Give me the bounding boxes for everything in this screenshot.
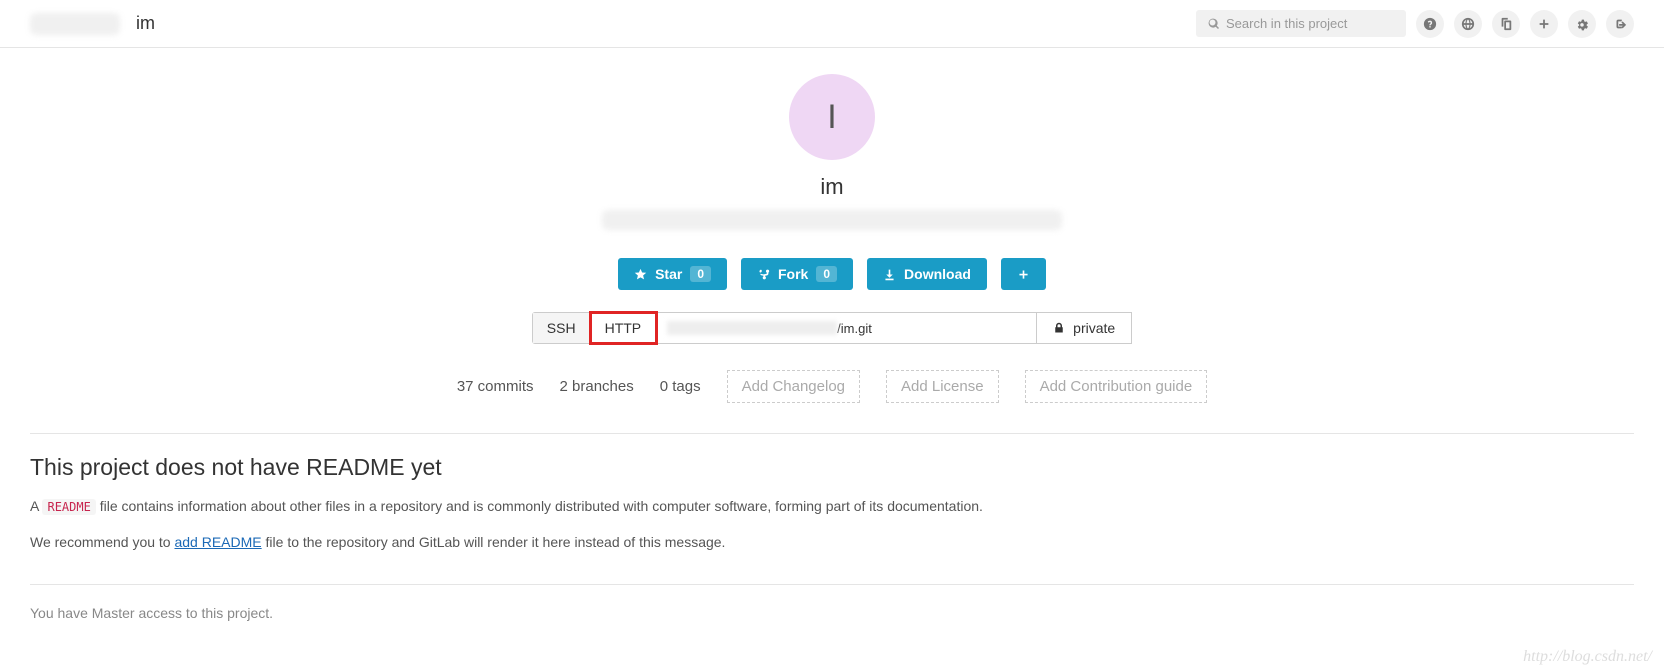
project-name: im <box>30 174 1634 200</box>
globe-icon <box>1461 17 1475 31</box>
fork-label: Fork <box>778 266 808 282</box>
visibility-label: private <box>1073 320 1115 336</box>
main-content: I im Star 0 Fork 0 Download <box>0 48 1664 631</box>
stats-row: 37 commits 2 branches 0 tags Add Changel… <box>30 370 1634 403</box>
add-readme-link[interactable]: add README <box>174 534 261 550</box>
download-button[interactable]: Download <box>867 258 987 290</box>
add-license-button[interactable]: Add License <box>886 370 999 403</box>
download-label: Download <box>904 266 971 282</box>
signout-button[interactable] <box>1606 10 1634 38</box>
help-icon <box>1423 17 1437 31</box>
clone-url-input[interactable]: /im.git <box>657 312 1037 344</box>
readme-line1: A README file contains information about… <box>30 495 1634 517</box>
gear-icon <box>1575 17 1589 31</box>
readme-code: README <box>42 499 95 515</box>
ssh-toggle[interactable]: SSH <box>533 313 591 343</box>
clone-url-host-blur <box>667 321 837 335</box>
access-note: You have Master access to this project. <box>30 605 1634 621</box>
readme-heading: This project does not have README yet <box>30 454 1634 481</box>
help-button[interactable] <box>1416 10 1444 38</box>
add-changelog-button[interactable]: Add Changelog <box>727 370 860 403</box>
fork-icon <box>757 268 770 281</box>
clone-row: SSH HTTP /im.git private <box>30 312 1634 344</box>
add-button[interactable] <box>1001 258 1046 290</box>
branches-stat[interactable]: 2 branches <box>560 378 634 395</box>
project-avatar: I <box>789 74 875 160</box>
clone-url-suffix: /im.git <box>837 321 872 336</box>
plus-icon <box>1537 17 1551 31</box>
download-icon <box>883 268 896 281</box>
globe-button[interactable] <box>1454 10 1482 38</box>
avatar-letter: I <box>827 98 836 137</box>
lock-icon <box>1053 322 1065 334</box>
commits-stat[interactable]: 37 commits <box>457 378 534 395</box>
http-toggle[interactable]: HTTP <box>591 313 657 343</box>
header-actions: Search in this project <box>1196 10 1634 38</box>
copy-button[interactable] <box>1492 10 1520 38</box>
protocol-toggle: SSH HTTP <box>532 312 657 344</box>
star-icon <box>634 268 647 281</box>
star-label: Star <box>655 266 682 282</box>
add-contribution-button[interactable]: Add Contribution guide <box>1025 370 1208 403</box>
signout-icon <box>1613 17 1627 31</box>
star-count: 0 <box>690 266 711 282</box>
fork-count: 0 <box>816 266 837 282</box>
header-bar: im Search in this project <box>0 0 1664 48</box>
project-description-blur <box>602 210 1062 230</box>
action-buttons: Star 0 Fork 0 Download <box>30 258 1634 290</box>
tags-stat[interactable]: 0 tags <box>660 378 701 395</box>
search-placeholder: Search in this project <box>1226 16 1347 31</box>
readme-notice: This project does not have README yet A … <box>30 454 1634 554</box>
plus-button[interactable] <box>1530 10 1558 38</box>
visibility-badge: private <box>1037 312 1132 344</box>
divider <box>30 584 1634 585</box>
settings-button[interactable] <box>1568 10 1596 38</box>
readme-line2: We recommend you to add README file to t… <box>30 531 1634 553</box>
star-button[interactable]: Star 0 <box>618 258 727 290</box>
search-icon <box>1208 18 1220 30</box>
watermark: http://blog.csdn.net/ <box>1523 648 1652 666</box>
project-header: I im Star 0 Fork 0 Download <box>30 68 1634 403</box>
plus-icon <box>1017 268 1030 281</box>
breadcrumb-owner-blur <box>30 13 120 35</box>
breadcrumb: im <box>30 13 155 35</box>
search-input[interactable]: Search in this project <box>1196 10 1406 37</box>
breadcrumb-project[interactable]: im <box>136 13 155 34</box>
fork-button[interactable]: Fork 0 <box>741 258 853 290</box>
copy-icon <box>1499 17 1513 31</box>
divider <box>30 433 1634 434</box>
